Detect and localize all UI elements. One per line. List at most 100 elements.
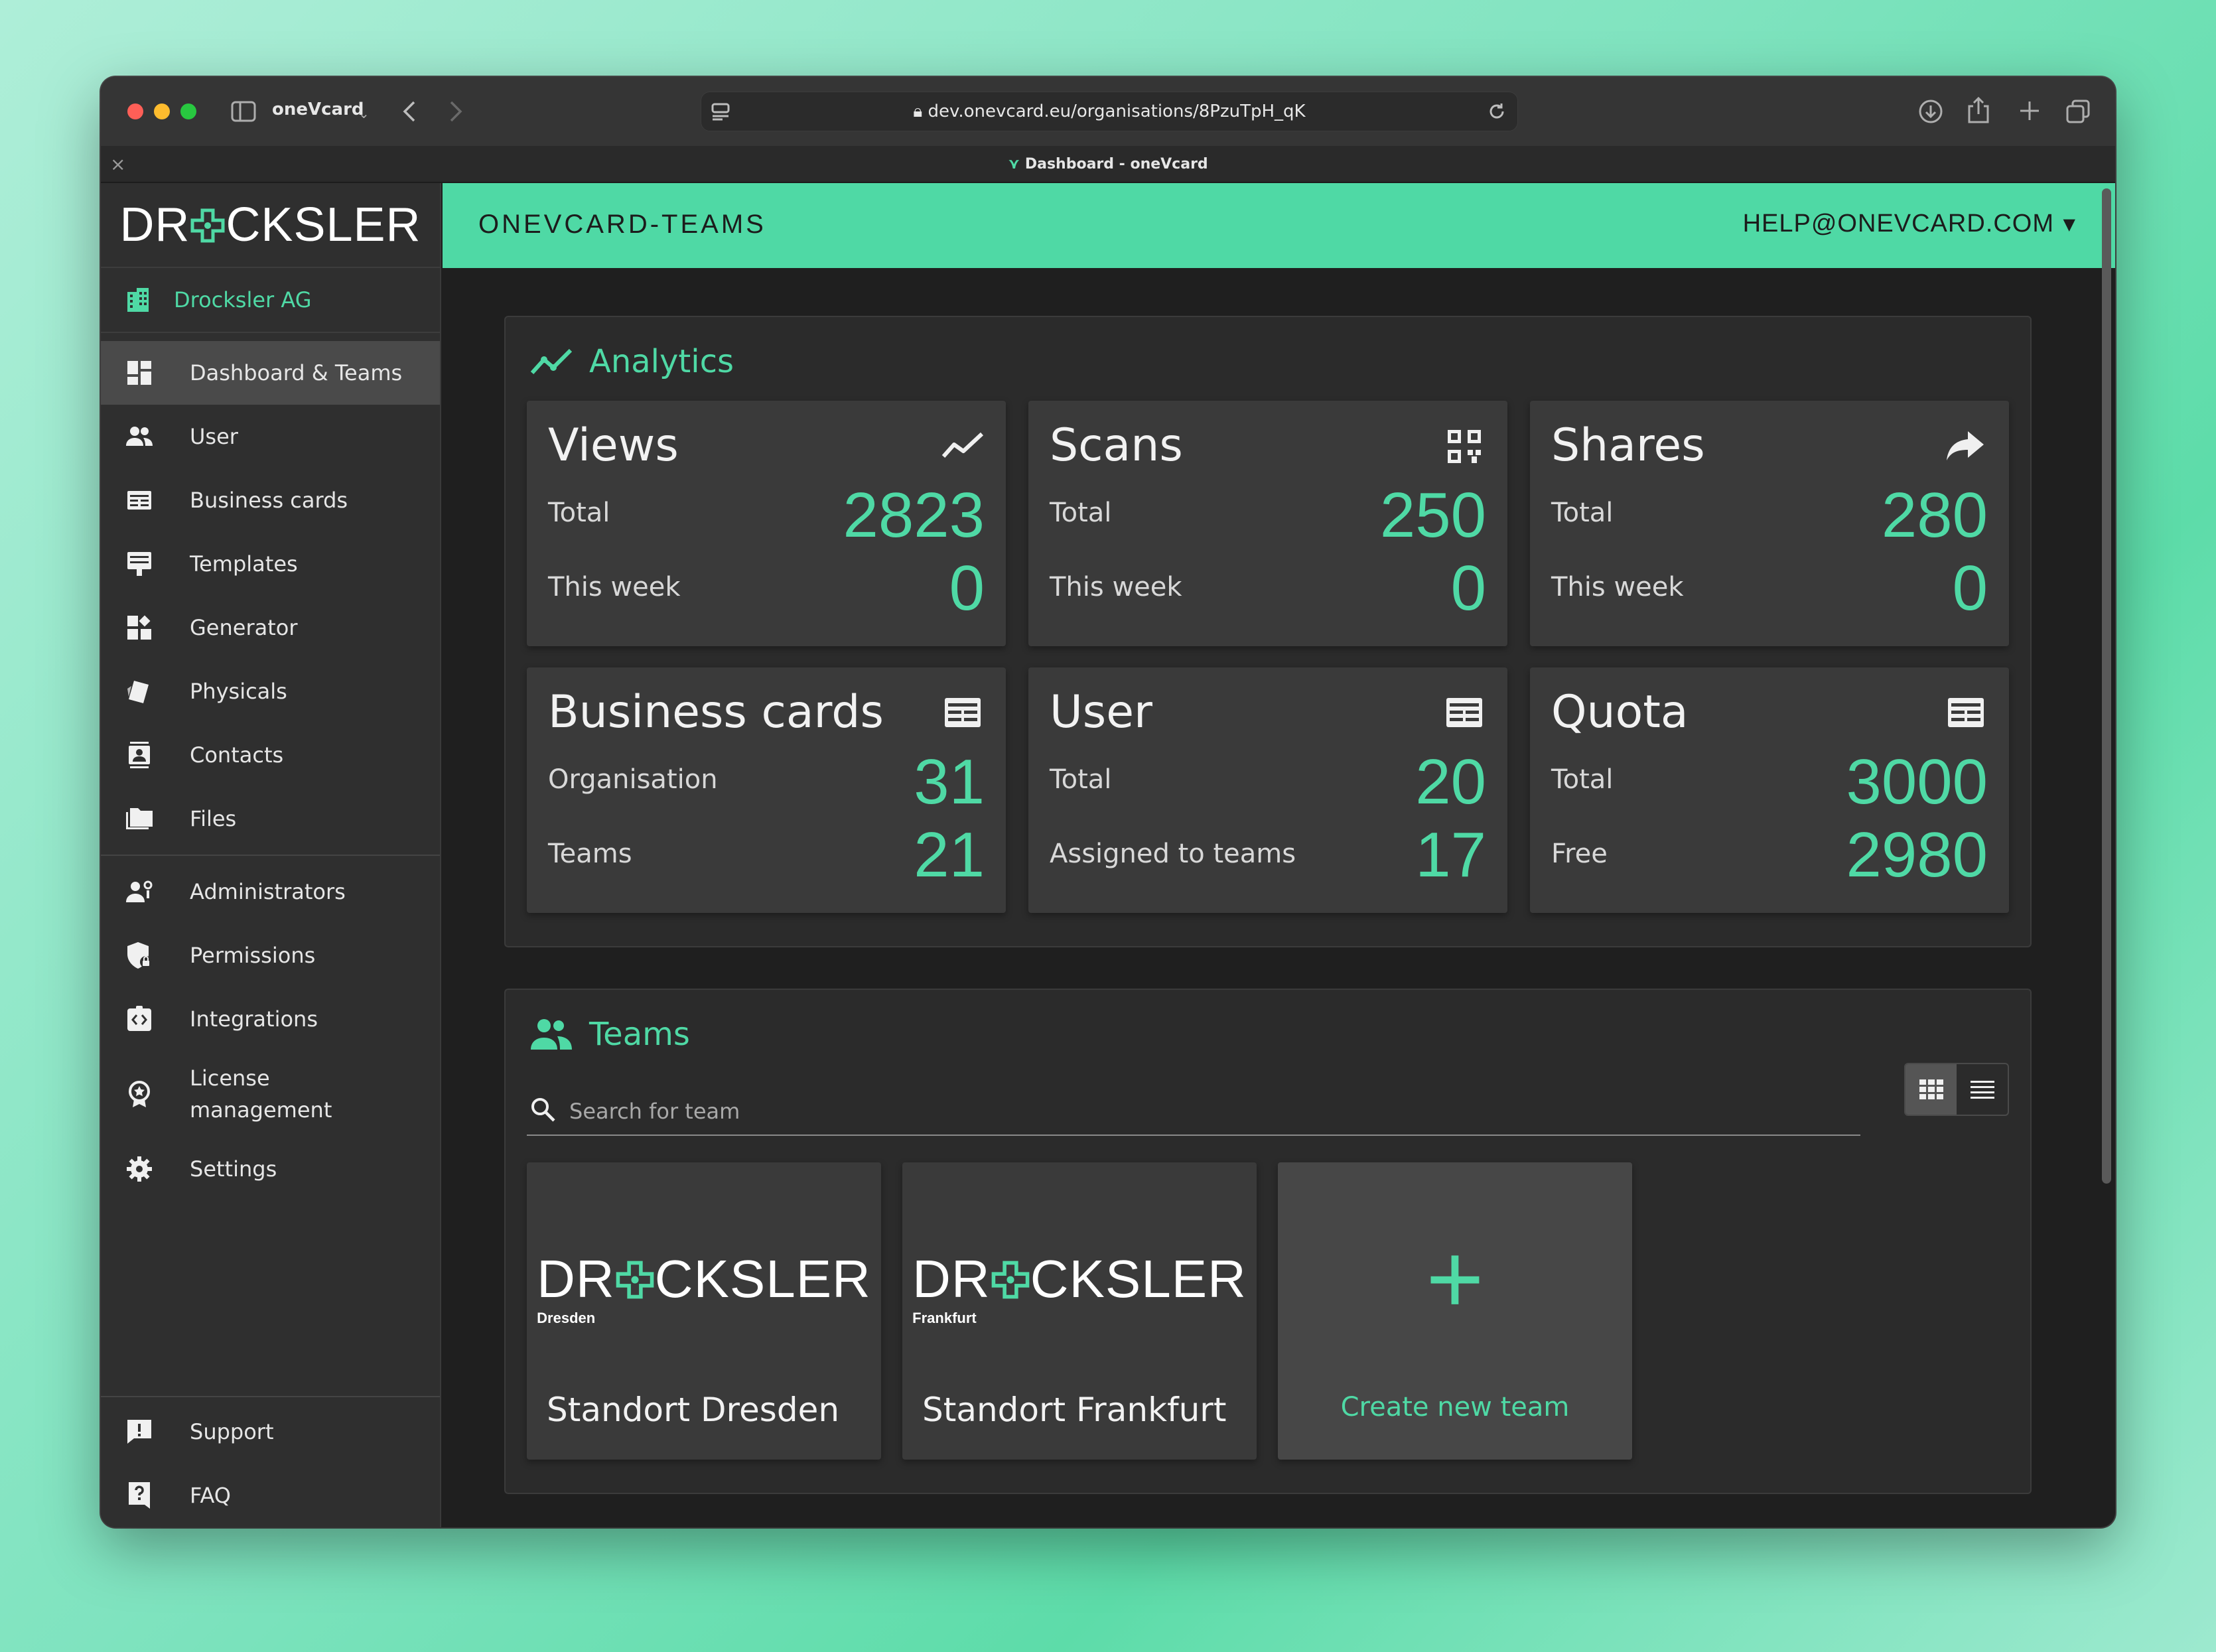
stat-value: 2980 <box>1846 819 1988 890</box>
back-icon[interactable] <box>402 100 417 123</box>
list-view-button[interactable] <box>1957 1064 2008 1115</box>
stat-value: 3000 <box>1846 746 1988 817</box>
teams-panel: Teams Search for team DR CKSLER Dresden St… <box>504 989 2032 1494</box>
nav-license-management[interactable]: License management <box>101 1051 440 1137</box>
users-icon <box>531 1019 572 1050</box>
nav-faq[interactable]: FAQ <box>101 1464 440 1527</box>
organisation-name: Drocksler AG <box>174 287 312 312</box>
page-scrollbar[interactable] <box>2102 188 2111 1184</box>
team-card-frankfurt[interactable]: DR CKSLER Frankfurt Standort Frankfurt <box>902 1162 1257 1460</box>
card-icon <box>1446 698 1482 727</box>
nav-contacts[interactable]: Contacts <box>101 723 440 787</box>
panel-title: Analytics <box>589 343 734 380</box>
create-team-card[interactable]: + Create new team <box>1278 1162 1632 1460</box>
nav-label: Integrations <box>190 1006 318 1032</box>
stat-card-user: User Total 20 Assigned to teams 17 <box>1028 667 1507 913</box>
team-search[interactable]: Search for team <box>527 1083 1860 1136</box>
user-email-menu[interactable]: HELP@ONEVCARD.COM <box>1743 210 2054 238</box>
reload-icon[interactable] <box>1487 102 1507 121</box>
nav-administrators[interactable]: Administrators <box>101 860 440 924</box>
nav-label: Administrators <box>190 879 346 904</box>
stat-value: 20 <box>1415 746 1486 817</box>
stat-label: Teams <box>548 839 632 869</box>
nav-generator[interactable]: Generator <box>101 596 440 659</box>
stat-label: Total <box>1551 764 1614 795</box>
stat-value: 250 <box>1379 480 1486 551</box>
nav-label: Settings <box>190 1156 277 1182</box>
tab-overview-icon[interactable] <box>2065 98 2091 125</box>
stat-card-quota: Quota Total 3000 Free 2980 <box>1530 667 2009 913</box>
logo-cross-icon <box>190 208 225 243</box>
shield-lock-icon <box>127 942 152 969</box>
dashboard-icon <box>127 361 151 385</box>
nav-divider <box>101 855 440 856</box>
analytics-heading: Analytics <box>529 340 734 383</box>
stat-label: Assigned to teams <box>1050 839 1296 869</box>
forward-icon[interactable] <box>449 100 463 123</box>
caret-down-icon[interactable]: ▼ <box>2063 215 2075 234</box>
card-title: Shares <box>1551 419 1705 472</box>
close-window-button[interactable] <box>127 103 143 119</box>
stat-label: This week <box>548 572 681 602</box>
tab-group-label[interactable]: oneVcard <box>272 100 364 119</box>
nav-label: FAQ <box>190 1483 231 1508</box>
org-logo[interactable]: DR CKSLER <box>101 183 440 268</box>
active-tab[interactable]: ⋎ Dashboard - oneVcard <box>101 156 2115 172</box>
support-icon <box>127 1420 151 1444</box>
team-card-dresden[interactable]: DR CKSLER Dresden Standort Dresden <box>527 1162 881 1460</box>
organisation-selector[interactable]: Drocksler AG <box>101 268 440 333</box>
nav-label: User <box>190 424 238 449</box>
search-input[interactable]: Search for team <box>569 1099 740 1124</box>
nav-label: Physicals <box>190 679 287 704</box>
app-title[interactable]: ONEVCARD-TEAMS <box>478 210 766 240</box>
card-title: Quota <box>1551 686 1689 738</box>
stat-value: 17 <box>1415 819 1486 890</box>
tab-title: Dashboard - oneVcard <box>1024 156 1208 172</box>
nav-settings[interactable]: Settings <box>101 1137 440 1201</box>
share-icon[interactable] <box>1967 96 1990 125</box>
browser-titlebar: oneVcard ⌄ 🔒︎ dev.onevcard.eu/organisati… <box>101 77 2115 147</box>
browser-window: oneVcard ⌄ 🔒︎ dev.onevcard.eu/organisati… <box>101 77 2115 1527</box>
nav-templates[interactable]: Templates <box>101 532 440 596</box>
maximize-window-button[interactable] <box>180 103 196 119</box>
sidebar-toggle-icon[interactable] <box>231 101 256 122</box>
nav-business-cards[interactable]: Business cards <box>101 468 440 532</box>
search-icon <box>531 1098 555 1122</box>
view-toggle <box>1904 1063 2009 1116</box>
nav-user[interactable]: User <box>101 405 440 468</box>
minimize-window-button[interactable] <box>154 103 170 119</box>
qr-code-icon <box>1448 430 1481 463</box>
trend-icon <box>941 432 984 458</box>
stat-label: Total <box>1050 498 1112 528</box>
nav-dashboard-teams[interactable]: Dashboard & Teams <box>101 341 440 405</box>
nav-support[interactable]: Support <box>101 1400 440 1464</box>
plus-icon: + <box>1426 1223 1484 1334</box>
chevron-down-icon[interactable]: ⌄ <box>358 102 370 125</box>
stat-card-business-cards: Business cards Organisation 31 Teams 21 <box>527 667 1006 913</box>
gear-icon <box>127 1156 152 1182</box>
nav-files[interactable]: Files <box>101 787 440 851</box>
nav-permissions[interactable]: Permissions <box>101 924 440 987</box>
nav-label: Templates <box>190 551 298 577</box>
nav-label: Files <box>190 806 237 831</box>
admin-icon <box>126 880 153 902</box>
nav-label: Contacts <box>190 742 284 768</box>
team-logo-sub: Frankfurt <box>912 1310 977 1326</box>
sidebar: DR CKSLER Drocksler AG Dashboard & Teams … <box>101 183 441 1527</box>
stat-card-scans: Scans Total 250 This week 0 <box>1028 401 1507 646</box>
license-badge-icon <box>129 1081 150 1107</box>
new-tab-icon[interactable] <box>2018 100 2041 122</box>
address-bar[interactable]: 🔒︎ dev.onevcard.eu/organisations/8PzuTpH… <box>701 92 1518 131</box>
card-title: Scans <box>1050 419 1183 472</box>
nav-integrations[interactable]: Integrations <box>101 987 440 1051</box>
team-logo-sub: Dresden <box>537 1310 596 1326</box>
integration-icon <box>127 1006 151 1031</box>
card-title: Business cards <box>548 686 884 738</box>
stat-card-shares: Shares Total 280 This week 0 <box>1530 401 2009 646</box>
download-icon[interactable] <box>1917 98 1944 125</box>
faq-icon <box>129 1482 150 1509</box>
generator-icon <box>127 615 151 640</box>
grid-view-button[interactable] <box>1905 1064 1957 1115</box>
card-icon <box>945 698 981 727</box>
nav-physicals[interactable]: Physicals <box>101 659 440 723</box>
